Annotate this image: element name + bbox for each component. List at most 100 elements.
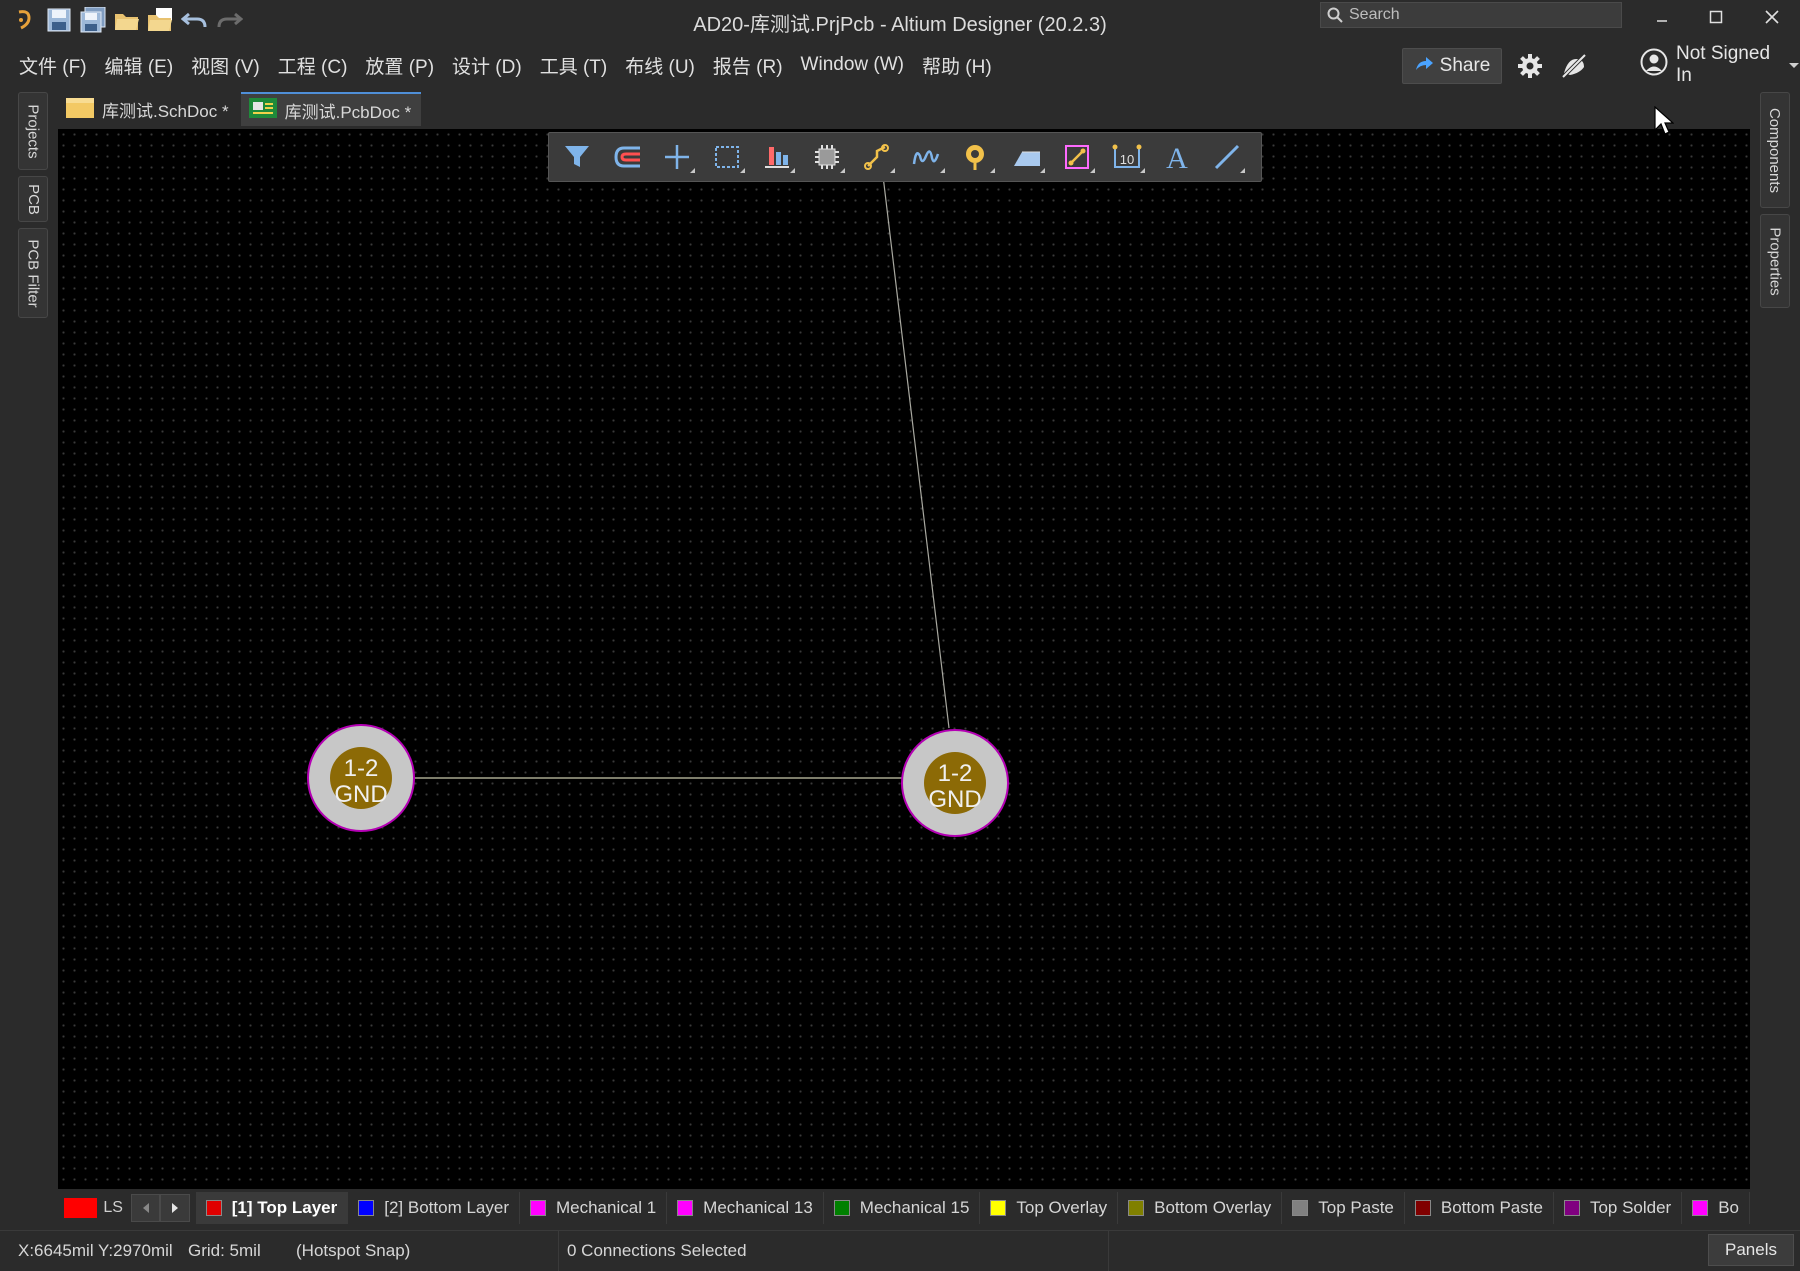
gear-icon[interactable] — [1514, 50, 1546, 82]
layer-tab[interactable]: Top Solder — [1554, 1192, 1683, 1224]
svg-text:10: 10 — [1120, 152, 1134, 167]
place-origin-icon[interactable] — [655, 135, 699, 179]
selection-status: 0 Connections Selected — [558, 1231, 747, 1271]
layer-tab[interactable]: Top Overlay — [980, 1192, 1119, 1224]
layer-scroll-right-button[interactable] — [160, 1194, 190, 1222]
status-bar: X:6645mil Y:2970mil Grid: 5mil (Hotspot … — [0, 1230, 1800, 1271]
place-fill-icon[interactable] — [1005, 135, 1049, 179]
share-button[interactable]: Share — [1402, 48, 1502, 84]
title-bar: AD20-库测试.PrjPcb - Altium Designer (20.2.… — [0, 0, 1800, 40]
layer-color-swatch — [1414, 1200, 1431, 1216]
pad-label-line1: 1-2 — [344, 755, 379, 782]
save-all-icon[interactable] — [78, 5, 108, 35]
menu-item[interactable]: 工程 (C) — [269, 44, 357, 86]
menu-item[interactable]: 工具 (T) — [531, 44, 617, 86]
ratsnest-line — [880, 158, 950, 729]
layer-tab-label: Top Overlay — [1016, 1198, 1108, 1217]
menu-item[interactable]: Window (W) — [792, 44, 913, 86]
layer-tab[interactable]: Mechanical 13 — [667, 1192, 824, 1224]
layer-tab-label: Bo — [1718, 1198, 1740, 1217]
panel-tab-components[interactable]: Components — [1760, 92, 1790, 208]
place-line-icon[interactable] — [1205, 135, 1249, 179]
menu-item[interactable]: 报告 (R) — [704, 44, 792, 86]
interactive-length-tune-icon[interactable] — [905, 135, 949, 179]
pad-label-line1: 1-2 — [938, 760, 973, 787]
layer-tab[interactable]: Bottom Overlay — [1118, 1192, 1283, 1224]
doc-tab-pcbdoc[interactable]: 库测试.PcbDoc * — [240, 92, 422, 126]
place-component-icon[interactable] — [805, 135, 849, 179]
layer-tab[interactable]: Mechanical 15 — [824, 1192, 981, 1224]
layer-tab[interactable]: Bottom Paste — [1405, 1192, 1554, 1224]
doc-tab-label: 库测试.PcbDoc * — [284, 102, 412, 122]
filter-icon[interactable] — [555, 135, 599, 179]
doc-tab-schdoc[interactable]: 库测试.SchDoc * — [58, 92, 239, 126]
altium-logo-icon[interactable] — [10, 5, 40, 35]
layer-tab-label: Top Paste — [1318, 1198, 1394, 1217]
place-via-icon[interactable] — [955, 135, 999, 179]
place-string-icon[interactable]: 10 — [1105, 135, 1149, 179]
search-placeholder: Search — [1349, 6, 1400, 23]
layer-tab[interactable]: Bo — [1682, 1192, 1750, 1224]
panel-tab-pcb-filter[interactable]: PCB Filter — [18, 228, 48, 318]
pad[interactable]: 1-2 GND — [901, 729, 1009, 837]
menu-item[interactable]: 放置 (P) — [356, 44, 443, 86]
maximize-button[interactable] — [1690, 2, 1742, 32]
layer-color-swatch — [205, 1200, 222, 1216]
account-menu[interactable]: Not Signed In — [1640, 43, 1800, 86]
left-panel-tabs: Projects PCB PCB Filter — [18, 92, 50, 324]
interactive-route-icon[interactable] — [605, 135, 649, 179]
layer-color-swatch — [833, 1200, 850, 1216]
save-icon[interactable] — [44, 5, 74, 35]
panel-tab-projects[interactable]: Projects — [18, 92, 48, 170]
open-folder-icon[interactable] — [112, 5, 142, 35]
undo-icon[interactable] — [180, 5, 210, 35]
layer-scroll-left-button[interactable] — [130, 1194, 161, 1222]
layer-color-swatch — [677, 1200, 694, 1216]
place-polygon-icon[interactable] — [1055, 135, 1099, 179]
menu-item[interactable]: 编辑 (E) — [96, 44, 183, 86]
search-icon — [1321, 7, 1349, 23]
current-layer-color[interactable] — [64, 1198, 98, 1218]
user-avatar-icon — [1640, 48, 1668, 82]
pcb-canvas[interactable]: 1-2 GND 1-2 GND — [58, 129, 1750, 1189]
layer-tab[interactable]: [2] Bottom Layer — [348, 1192, 520, 1224]
layer-color-swatch — [529, 1200, 546, 1216]
panel-tab-properties[interactable]: Properties — [1760, 214, 1790, 308]
svg-text:A: A — [1166, 142, 1188, 172]
open-project-icon[interactable] — [146, 5, 176, 35]
layer-tab-label: Top Solder — [1589, 1198, 1672, 1217]
layer-set-label[interactable]: LS — [103, 1199, 123, 1217]
layer-tab[interactable]: [1] Top Layer — [195, 1192, 349, 1224]
pcb-doc-icon — [248, 97, 277, 124]
redo-icon[interactable] — [214, 5, 244, 35]
menu-item[interactable]: 帮助 (H) — [913, 44, 1001, 86]
menu-item[interactable]: 设计 (D) — [443, 44, 531, 86]
menu-item[interactable]: 布线 (U) — [616, 44, 704, 86]
menu-item[interactable]: 视图 (V) — [182, 44, 269, 86]
share-label: Share — [1439, 55, 1491, 76]
pad[interactable]: 1-2 GND — [307, 724, 415, 832]
select-area-icon[interactable] — [705, 135, 749, 179]
right-panel-tabs: Components Properties — [1760, 92, 1792, 314]
route-icon[interactable] — [855, 135, 899, 179]
layer-tab-label: Bottom Overlay — [1154, 1198, 1272, 1217]
layer-tabs-bar: LS [1] Top Layer [2] Bottom Layer Mechanic… — [58, 1192, 1750, 1224]
panel-tab-pcb[interactable]: PCB — [18, 176, 48, 222]
pcb-drawing: 1-2 GND 1-2 GND — [307, 158, 1009, 837]
layer-color-swatch — [1128, 1200, 1145, 1216]
align-icon[interactable] — [755, 135, 799, 179]
search-box[interactable]: Search — [1320, 2, 1622, 28]
minimize-button[interactable] — [1636, 2, 1688, 32]
panels-button[interactable]: Panels — [1708, 1234, 1794, 1266]
document-tabs: 库测试.SchDoc * 库测试.PcbDoc * — [58, 92, 422, 126]
menu-item[interactable]: 文件 (F) — [10, 44, 96, 86]
notifications-off-icon[interactable] — [1558, 50, 1590, 82]
layer-color-swatch — [990, 1200, 1007, 1216]
grid-size: Grid: 5mil — [188, 1241, 261, 1260]
layer-tab[interactable]: Top Paste — [1282, 1192, 1405, 1224]
layer-tab[interactable]: Mechanical 1 — [520, 1192, 668, 1224]
place-text-icon[interactable]: A — [1155, 135, 1199, 179]
layer-color-swatch — [358, 1200, 375, 1216]
cursor-coordinates: X:6645mil Y:2970mil — [18, 1241, 173, 1260]
close-button[interactable] — [1746, 2, 1798, 32]
